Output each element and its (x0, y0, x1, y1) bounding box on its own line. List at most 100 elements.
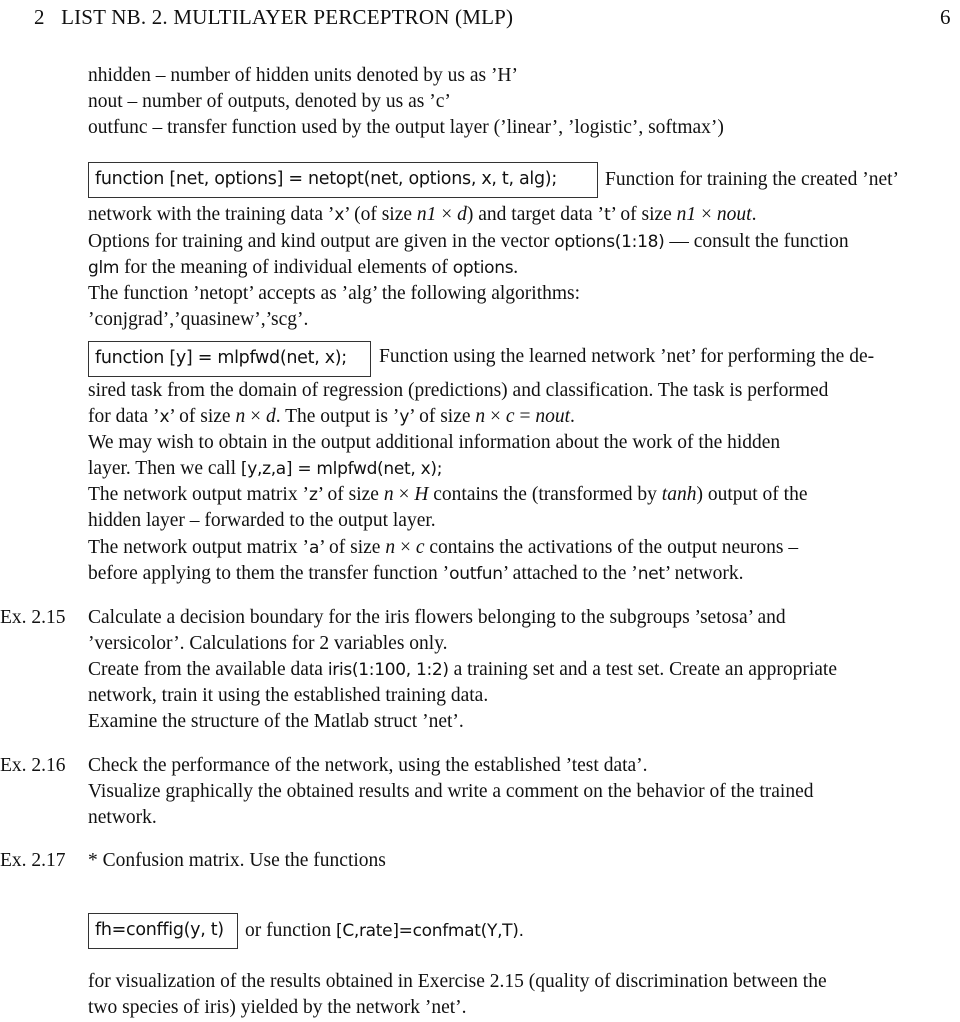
text: ’ network. (664, 563, 744, 584)
netopt-desc-first: Function for training the created ’net’ (605, 169, 900, 190)
text: ’ (of size (344, 204, 417, 225)
text: ’ of size (317, 484, 384, 505)
netopt-signature-box: function [net, options] = netopt(net, op… (88, 162, 598, 198)
text: ) output of the (696, 484, 808, 505)
code-iris-range: iris(1:100, 1:2) (327, 660, 449, 680)
text: × (436, 204, 458, 225)
exercise-2-15-label: Ex. 2.15 (0, 607, 66, 628)
code-net: net (637, 564, 665, 584)
exercise-2-15-line2: ’versicolor’. Calculations for 2 variabl… (88, 633, 448, 654)
exercise-2-15-line3: Create from the available data iris(1:10… (88, 657, 837, 683)
text: . (751, 204, 757, 225)
exercise-2-15-line5: Examine the structure of the Matlab stru… (88, 711, 464, 732)
code-options: options (452, 258, 514, 278)
code-x: x (159, 407, 170, 427)
code-a: a (308, 538, 320, 558)
text: = (514, 406, 536, 427)
exercise-2-16-line3: network. (88, 807, 157, 828)
mlpfwd-desc-line9: before applying to them the transfer fun… (88, 561, 743, 587)
text: ’ of size (319, 537, 386, 558)
text: for data ’ (88, 406, 160, 427)
param-outfunc: outfunc – transfer function used by the … (88, 117, 724, 138)
text: contains the (transformed by (428, 484, 662, 505)
math-c: c (505, 406, 515, 427)
math-nout: nout (716, 204, 752, 225)
math-n: n (385, 537, 396, 558)
param-nhidden: nhidden – number of hidden units denoted… (88, 65, 519, 86)
text: The network output matrix ’ (88, 537, 309, 558)
text: . (569, 406, 575, 427)
mlpfwd-signature-box: function [y] = mlpfwd(net, x); (88, 341, 371, 377)
text: layer. Then we call (88, 458, 241, 479)
text: ’ of size (409, 406, 476, 427)
netopt-desc-line5: The function ’netopt’ accepts as ’alg’ t… (88, 283, 581, 304)
text: a training set and a test set. Create an… (448, 659, 837, 680)
text: ’ attached to the ’ (502, 563, 638, 584)
mlpfwd-desc-first: Function using the learned network ’net’… (379, 346, 875, 367)
math-tanh: tanh (661, 484, 697, 505)
text: The network output matrix ’ (88, 484, 309, 505)
text: ) and target data ’ (466, 204, 605, 225)
netopt-desc-line2: network with the training data ’x’ (of s… (88, 202, 756, 228)
code-y: y (399, 407, 410, 427)
header-title: LIST NB. 2. MULTILAYER PERCEPTRON (MLP) (61, 5, 514, 29)
math-H: H (414, 484, 429, 505)
text: for the meaning of individual elements o… (119, 257, 453, 278)
exercise-2-17-after2: two species of iris) yielded by the netw… (88, 997, 467, 1018)
math-n1: n1 (416, 204, 437, 225)
conffig-code-box: fh=conffig(y, t) (88, 913, 238, 949)
mlpfwd-desc-line4: We may wish to obtain in the output addi… (88, 432, 781, 453)
confmat-line: or function [C,rate]=confmat(Y,T). (245, 918, 524, 944)
code-x: x (334, 205, 345, 225)
text: × (395, 537, 416, 558)
exercise-2-17-label: Ex. 2.17 (0, 850, 66, 871)
text: network with the training data ’ (88, 204, 335, 225)
exercise-2-16-line1: Check the performance of the network, us… (88, 755, 648, 776)
text: contains the activations of the output n… (424, 537, 799, 558)
page-number: 6 (940, 5, 951, 29)
math-n: n (383, 484, 394, 505)
code-outfun: outfun (449, 564, 503, 584)
text: . (513, 257, 519, 278)
text: — consult the function (664, 231, 849, 252)
text: Options for training and kind output are… (88, 231, 555, 252)
code-options-range: options(1:18) (554, 232, 665, 252)
exercise-2-15-line4: network, train it using the established … (88, 685, 489, 706)
code-confmat: [C,rate]=confmat(Y,T). (335, 921, 524, 941)
param-nout: nout – number of outputs, denoted by us … (88, 91, 451, 112)
math-n: n (235, 406, 246, 427)
mlpfwd-desc-line7: hidden layer – forwarded to the output l… (88, 510, 436, 531)
math-d: d (457, 204, 467, 225)
text: or function (245, 920, 336, 941)
section-number: 2 (34, 5, 45, 29)
code-mlpfwd-call: [y,z,a] = mlpfwd(net, x); (240, 459, 443, 479)
text: . The output is ’ (275, 406, 400, 427)
netopt-desc-line3: Options for training and kind output are… (88, 229, 849, 255)
mlpfwd-desc-line2: sired task from the domain of regression… (88, 380, 829, 401)
mlpfwd-desc-line8: The network output matrix ’a’ of size n … (88, 535, 798, 561)
text: ’ of size (610, 204, 677, 225)
code-z: z (308, 485, 318, 505)
mlpfwd-desc-line5: layer. Then we call [y,z,a] = mlpfwd(net… (88, 456, 442, 482)
code-glm: glm (88, 258, 120, 278)
text: × (245, 406, 266, 427)
math-n1: n1 (676, 204, 697, 225)
text: ’ of size (169, 406, 236, 427)
math-n: n (475, 406, 486, 427)
exercise-2-15-line1: Calculate a decision boundary for the ir… (88, 607, 786, 628)
exercise-2-17-after1: for visualization of the results obtaine… (88, 971, 827, 992)
exercise-2-17-line1: * Confusion matrix. Use the functions (88, 850, 386, 871)
text: × (393, 484, 415, 505)
netopt-desc-line6: ’conjgrad’,’quasinew’,’scg’. (88, 309, 309, 330)
exercise-2-16-line2: Visualize graphically the obtained resul… (88, 781, 814, 802)
text: × (485, 406, 506, 427)
text: before applying to them the transfer fun… (88, 563, 450, 584)
math-d: d (265, 406, 276, 427)
text: × (696, 204, 717, 225)
mlpfwd-desc-line3: for data ’x’ of size n × d. The output i… (88, 404, 575, 430)
text: Create from the available data (88, 659, 328, 680)
netopt-desc-line4: glm for the meaning of individual elemen… (88, 255, 518, 281)
mlpfwd-desc-line6: The network output matrix ’z’ of size n … (88, 482, 808, 508)
math-nout: nout (535, 406, 570, 427)
running-header: 2 LIST NB. 2. MULTILAYER PERCEPTRON (MLP… (34, 4, 513, 30)
